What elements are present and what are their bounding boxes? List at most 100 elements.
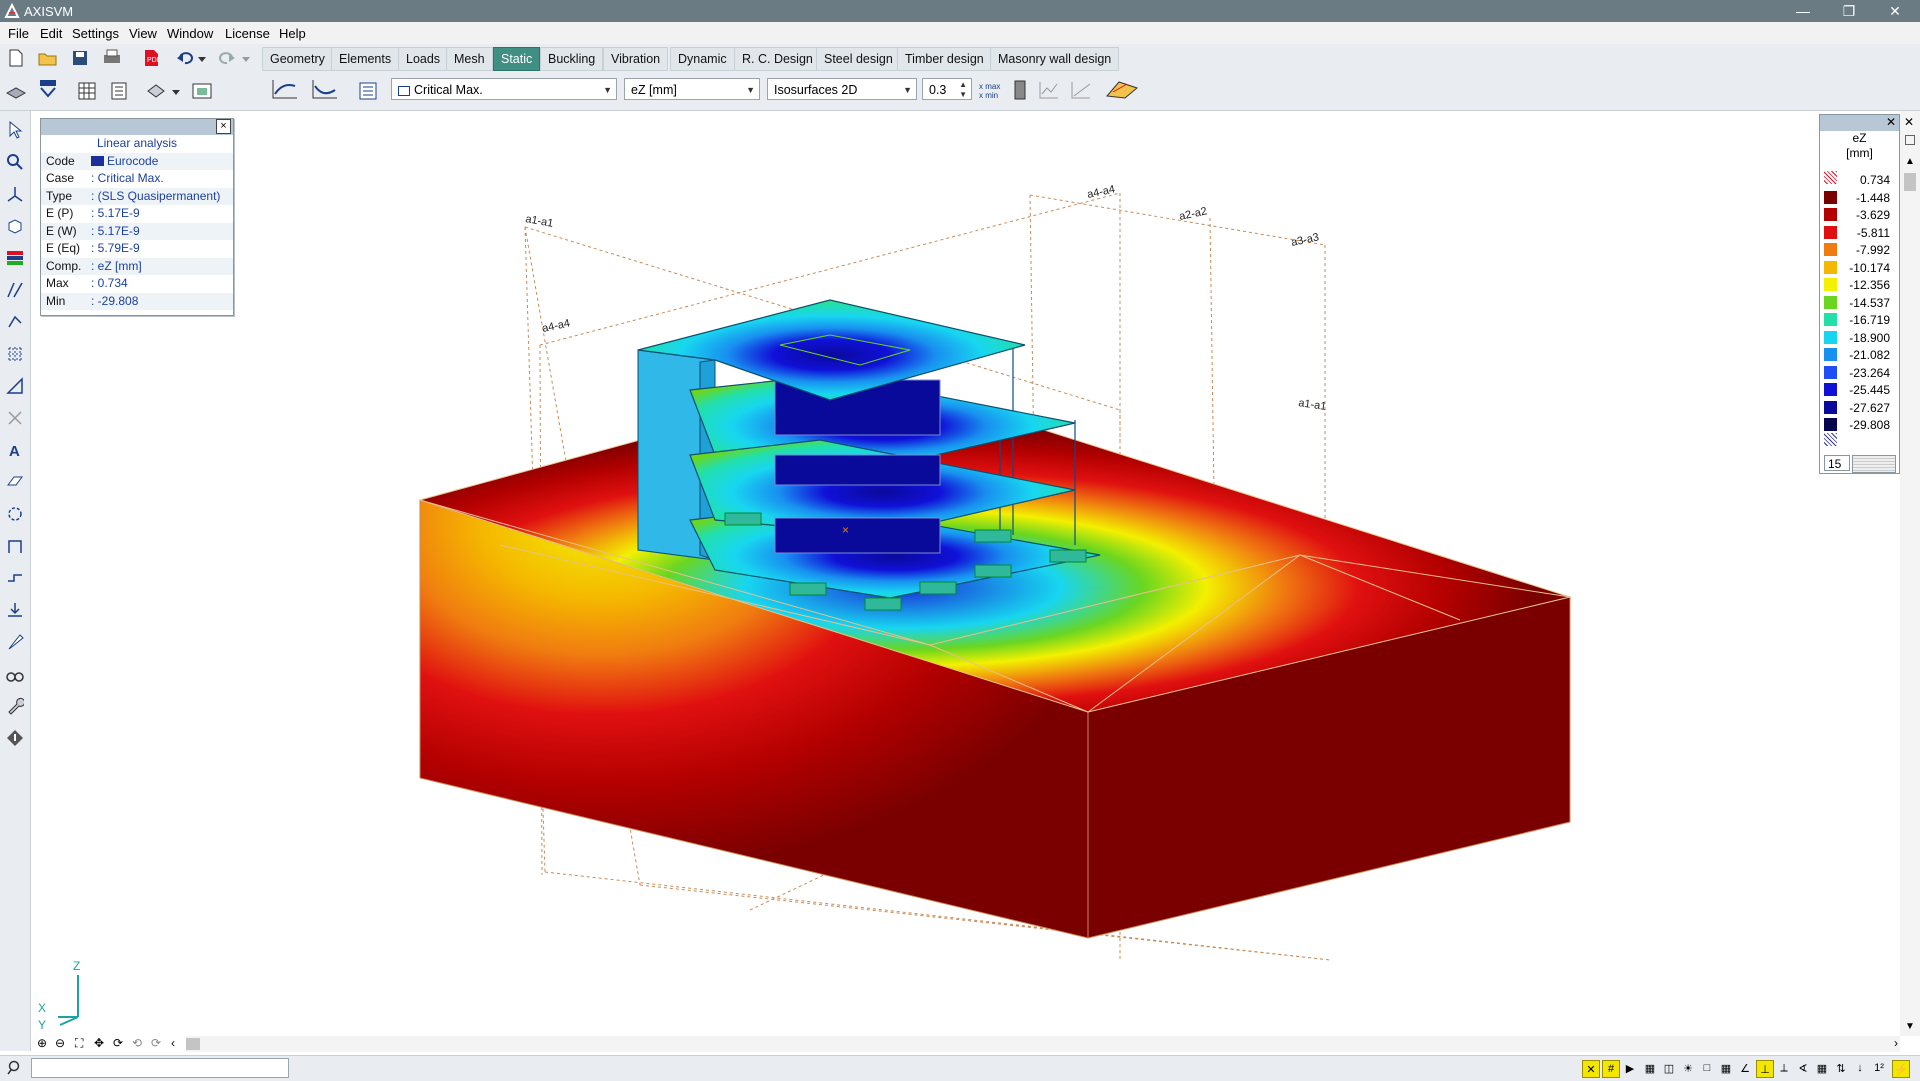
perspective-icon[interactable]: ☀ [1680, 1060, 1696, 1076]
close-icon[interactable]: ✕ [1904, 115, 1914, 129]
scroll-down-icon[interactable]: ▼ [1905, 1021, 1915, 1032]
model-viewport[interactable]: × a1-a1 a4-a4 a4-a4 a2-a2 a3-a3 a1-a1 Z … [31, 111, 1920, 1051]
load-arrow-icon[interactable] [4, 599, 26, 621]
axes-icon[interactable] [4, 183, 26, 205]
auto-snap-icon[interactable]: ⚡ [1892, 1060, 1910, 1078]
print-icon[interactable] [101, 47, 123, 69]
zoom-out-icon[interactable]: ⊖ [55, 1036, 65, 1050]
snap-grid-icon[interactable]: # [1602, 1060, 1620, 1078]
calculate-icon[interactable] [37, 78, 59, 100]
diagram-icon[interactable] [1038, 79, 1060, 101]
view-snap-icon[interactable]: ◫ [1661, 1060, 1677, 1076]
zoom-in-icon[interactable]: ⊕ [37, 1036, 47, 1050]
table-grid-icon[interactable]: ▦ [1814, 1060, 1830, 1076]
color-scale-icon[interactable] [1009, 79, 1031, 101]
info-icon[interactable] [4, 727, 26, 749]
grid-display-icon[interactable]: ▦ [1718, 1060, 1734, 1076]
text-annotation-icon[interactable]: A [4, 439, 26, 461]
graph-curve-icon[interactable] [270, 78, 300, 100]
tab-timber-design[interactable]: Timber design [897, 47, 992, 71]
info-panel-header[interactable]: × [41, 119, 233, 135]
move-vertical-icon[interactable]: ⇅ [1833, 1060, 1849, 1076]
menu-window[interactable]: Window [167, 26, 213, 41]
zoom-icon[interactable] [4, 151, 26, 173]
section-diagram-icon[interactable] [1070, 79, 1092, 101]
result-list-icon[interactable] [357, 80, 379, 102]
legend-count-slider[interactable] [1852, 455, 1896, 473]
tab-geometry[interactable]: Geometry [262, 47, 333, 71]
tab-vibration[interactable]: Vibration [603, 47, 669, 71]
mesh-icon[interactable] [4, 343, 26, 365]
close-button[interactable]: ✕ [1872, 0, 1918, 22]
scroll-right-icon[interactable]: › [1894, 1036, 1898, 1050]
restore-icon[interactable] [1905, 135, 1915, 145]
scroll-thumb[interactable] [1904, 173, 1916, 191]
dimension-icon[interactable] [4, 279, 26, 301]
close-icon[interactable]: × [216, 119, 231, 134]
scroll-thumb[interactable] [186, 1038, 200, 1050]
display-options-icon[interactable] [145, 80, 167, 102]
menu-settings[interactable]: Settings [72, 26, 119, 41]
command-input[interactable] [31, 1058, 289, 1078]
constraint-icon[interactable]: ⊥ [1756, 1060, 1774, 1078]
select-pointer-icon[interactable] [4, 119, 26, 141]
vertical-scrollbar[interactable]: ✕ ▲ ▼ [1900, 111, 1920, 1036]
viewport-icon[interactable] [191, 80, 213, 102]
horizontal-scrollbar[interactable]: › [186, 1036, 1900, 1052]
brush-icon[interactable] [4, 631, 26, 653]
cut-icon[interactable] [4, 407, 26, 429]
view-cube-icon[interactable] [4, 215, 26, 237]
tab-mesh[interactable]: Mesh [446, 47, 493, 71]
result-info-panel[interactable]: × Linear analysis Code Eurocode Case: Cri… [40, 118, 234, 316]
save-icon[interactable] [69, 47, 91, 69]
component-select[interactable]: eZ [mm] ▼ [624, 78, 760, 100]
previous-view-icon[interactable]: ⟲ [132, 1036, 142, 1050]
wrench-icon[interactable] [4, 695, 26, 717]
max-min-icon[interactable]: x max x min [979, 79, 1001, 101]
tab-rc-design[interactable]: R. C. Design [734, 47, 821, 71]
ruler-icon[interactable]: ∢ [1795, 1060, 1811, 1076]
stepper-arrows-icon[interactable]: ▲ ▼ [959, 80, 967, 100]
load-case-select[interactable]: Critical Max. ▼ [391, 78, 617, 100]
display-mode-select[interactable]: Isosurfaces 2D ▼ [767, 78, 917, 100]
binoculars-icon[interactable] [4, 663, 26, 685]
redo-icon[interactable] [215, 47, 237, 69]
frame-icon[interactable] [4, 535, 26, 557]
legend-level-count[interactable]: 15 [1824, 455, 1850, 471]
color-coding-icon[interactable] [4, 247, 26, 269]
workplane-icon[interactable]: □ [1699, 1060, 1715, 1076]
scroll-up-icon[interactable]: ▲ [1905, 156, 1915, 167]
rotate-view-icon[interactable]: ⟳ [113, 1036, 123, 1050]
measure-icon[interactable] [4, 375, 26, 397]
tab-masonry-wall-design[interactable]: Masonry wall design [990, 47, 1120, 71]
scroll-left-icon[interactable]: ‹ [171, 1036, 175, 1050]
pan-icon[interactable]: ✥ [94, 1036, 104, 1050]
angle-snap-icon[interactable]: ∠ [1737, 1060, 1753, 1076]
menu-edit[interactable]: Edit [40, 26, 62, 41]
close-icon[interactable]: ✕ [1885, 116, 1897, 128]
tab-dynamic[interactable]: Dynamic [670, 47, 735, 71]
tab-elements[interactable]: Elements [331, 47, 400, 71]
surface-plot-icon[interactable] [1104, 78, 1140, 100]
undo-dropdown-icon[interactable] [196, 49, 208, 71]
report-icon[interactable] [108, 80, 130, 102]
display-dropdown-icon[interactable] [170, 82, 182, 104]
node-edit-icon[interactable] [4, 311, 26, 333]
menu-help[interactable]: Help [279, 26, 306, 41]
support-icon[interactable] [4, 567, 26, 589]
open-folder-icon[interactable] [37, 47, 59, 69]
table-snap-icon[interactable]: ▦ [1642, 1060, 1658, 1076]
undo-icon[interactable] [175, 47, 197, 69]
new-file-icon[interactable] [5, 47, 27, 69]
tab-loads[interactable]: Loads [398, 47, 449, 71]
minimize-button[interactable]: — [1780, 0, 1826, 22]
cursor-snap-icon[interactable]: ▶ [1622, 1060, 1638, 1076]
ortho-icon[interactable]: ⟂ [1776, 1060, 1792, 1076]
redo-dropdown-icon[interactable] [240, 49, 252, 71]
plane-icon[interactable] [4, 471, 26, 493]
search-icon[interactable] [7, 1060, 23, 1076]
next-view-icon[interactable]: ⟳ [151, 1036, 161, 1050]
color-legend[interactable]: ✕ eZ [mm] 0.734 -1.448 -3.629 -5.811 -7.992 -… [1819, 114, 1900, 474]
model-3d-view[interactable]: × a1-a1 a4-a4 a4-a4 a2-a2 a3-a3 a1-a1 Z … [31, 111, 1920, 1051]
rotate-icon[interactable] [4, 503, 26, 525]
